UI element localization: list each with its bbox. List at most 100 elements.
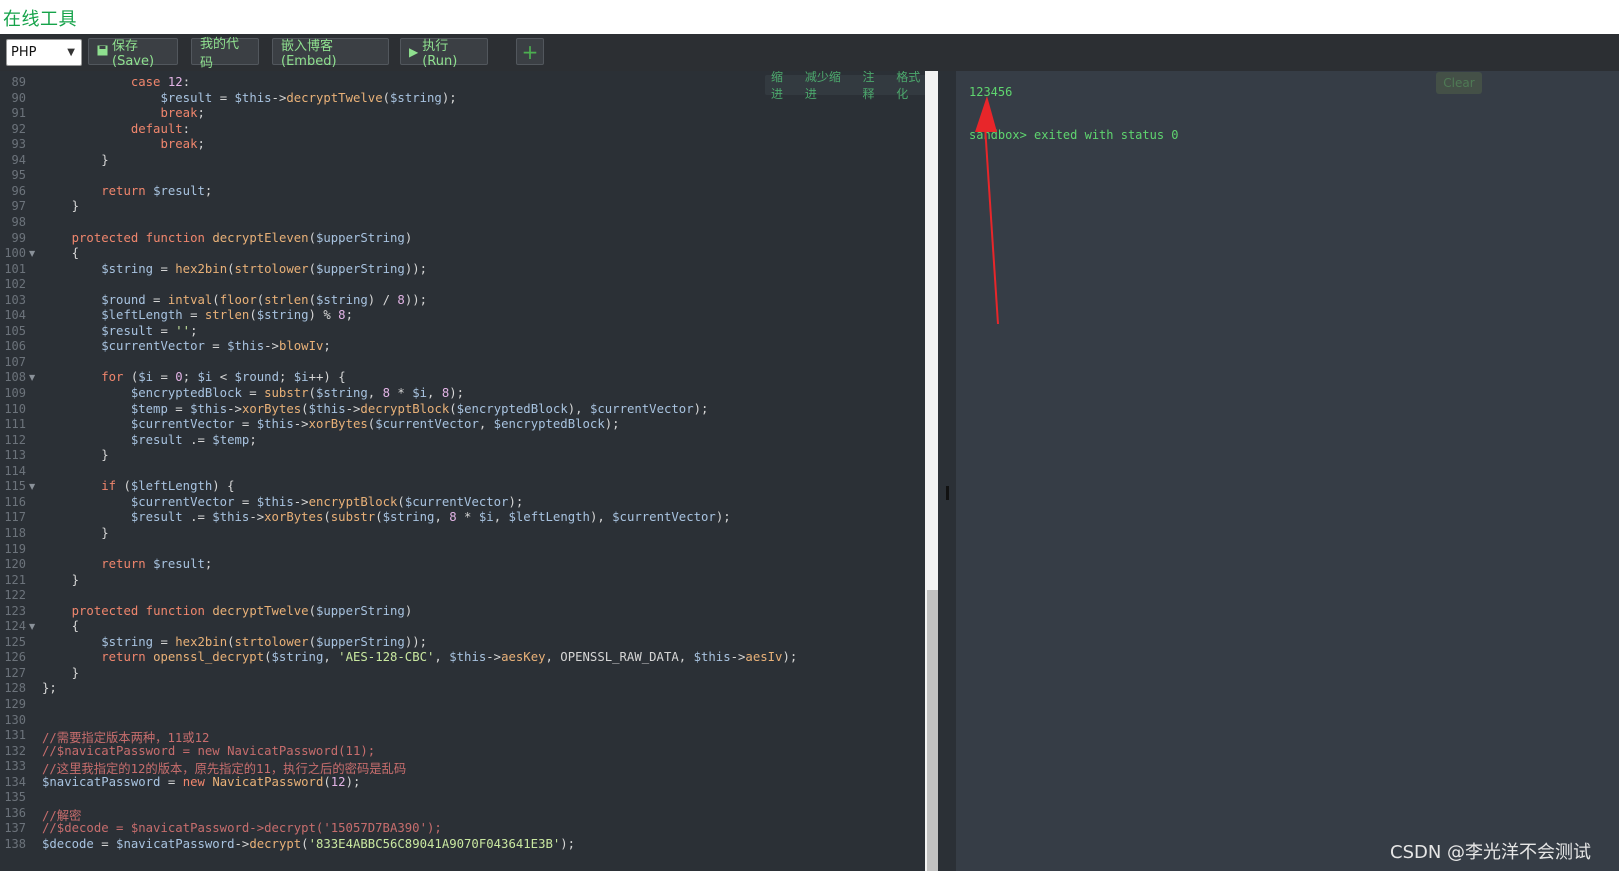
toolbar: PHP ▼ 保存(Save) 我的代码 嵌入博客(Embed) ▶ 执行(Run… <box>0 34 1619 72</box>
line-number: 94 <box>11 152 26 167</box>
fold-toggle-icon[interactable]: ▼ <box>29 373 35 382</box>
line-number: 124 <box>4 619 26 634</box>
app-header: 在线工具 <box>0 0 1619 35</box>
line-number: 117 <box>4 510 26 525</box>
comment-button[interactable]: 注释 <box>862 71 886 102</box>
code-line: return openssl_decrypt($string, 'AES-128… <box>101 650 798 665</box>
code-line: } <box>42 448 109 463</box>
line-number-gutter: 89 90 91 92 93 94 95 96 97 98 99 100 ▼ 101 102 103 104 10… <box>0 71 41 871</box>
run-button[interactable]: ▶ 执行(Run) <box>400 38 488 69</box>
add-button[interactable]: + <box>516 38 544 65</box>
line-number: 126 <box>4 650 26 665</box>
line-number: 106 <box>4 339 26 354</box>
line-number: 91 <box>11 106 26 121</box>
code-line: break; <box>160 106 205 121</box>
line-number: 103 <box>4 292 26 307</box>
code-line: { <box>42 619 80 634</box>
save-button[interactable]: 保存(Save) <box>88 38 178 69</box>
code-line: { <box>42 246 80 261</box>
editor-actions: 缩进 减少缩进 注释 格式化 <box>765 71 938 101</box>
fold-toggle-icon[interactable]: ▼ <box>29 249 35 258</box>
code-line: $string = hex2bin(strtolower($upperStrin… <box>101 634 428 649</box>
line-number: 111 <box>4 417 26 432</box>
line-number: 138 <box>4 836 26 851</box>
code-line: case 12: <box>130 75 191 89</box>
floppy-disk-icon <box>97 45 108 59</box>
code-editor[interactable]: 89 90 91 92 93 94 95 96 97 98 99 100 ▼ 101 102 103 104 10… <box>0 71 938 871</box>
line-number: 127 <box>4 665 26 680</box>
app-title: 在线工具 <box>3 9 77 30</box>
code-line: break; <box>160 137 205 152</box>
code-line: $currentVector = $this->encryptBlock($cu… <box>130 494 524 509</box>
line-number: 120 <box>4 557 26 572</box>
clear-button[interactable]: Clear <box>1436 72 1482 94</box>
code-line: $currentVector = $this->blowIv; <box>101 339 331 354</box>
line-number: 122 <box>4 588 26 603</box>
fold-toggle-icon[interactable]: ▼ <box>29 482 35 491</box>
line-number: 135 <box>4 790 26 805</box>
language-select[interactable]: PHP ▼ <box>6 39 82 66</box>
pane-splitter[interactable] <box>938 71 956 871</box>
fold-toggle-icon[interactable]: ▼ <box>29 622 35 631</box>
embed-button[interactable]: 嵌入博客(Embed) <box>272 38 389 69</box>
line-number: 134 <box>4 774 26 789</box>
code-line: $leftLength = strlen($string) % 8; <box>101 308 353 323</box>
code-line: $navicatPassword = new NavicatPassword(1… <box>42 774 361 789</box>
outdent-button[interactable]: 减少缩进 <box>805 71 853 102</box>
line-number: 116 <box>4 494 26 509</box>
line-number: 98 <box>11 214 26 229</box>
line-number: 136 <box>4 805 26 820</box>
line-number: 113 <box>4 448 26 463</box>
indent-button[interactable]: 缩进 <box>771 71 795 102</box>
line-number: 115 <box>4 479 26 494</box>
code-line: } <box>42 152 109 167</box>
line-number: 108 <box>4 370 26 385</box>
line-number: 128 <box>4 681 26 696</box>
line-number: 132 <box>4 743 26 758</box>
line-number: 92 <box>11 121 26 136</box>
editor-scrollbar-thumb[interactable] <box>927 590 938 871</box>
code-line: return $result; <box>101 557 213 572</box>
run-button-label: 执行(Run) <box>422 38 458 69</box>
save-button-label: 保存(Save) <box>112 38 155 69</box>
line-number: 130 <box>4 712 26 727</box>
my-code-button[interactable]: 我的代码 <box>191 37 259 71</box>
splitter-grip-icon[interactable] <box>946 486 949 500</box>
line-number: 93 <box>11 137 26 152</box>
line-number: 100 <box>4 246 26 261</box>
play-icon: ▶ <box>409 44 419 59</box>
line-number: 89 <box>11 75 26 89</box>
code-line: } <box>42 665 80 680</box>
code-line: //$navicatPassword = new NavicatPassword… <box>42 743 376 758</box>
code-line: protected function decryptTwelve($upperS… <box>71 603 413 618</box>
code-line: } <box>42 525 109 540</box>
line-number: 109 <box>4 386 26 400</box>
line-number: 90 <box>11 90 26 105</box>
embed-button-label: 嵌入博客(Embed) <box>281 38 337 69</box>
code-line: $result .= $temp; <box>130 432 257 447</box>
code-line: $temp = $this->xorBytes($this->decryptBl… <box>130 401 709 416</box>
line-number: 121 <box>4 572 26 587</box>
code-line: $result .= $this->xorBytes(substr($strin… <box>130 510 731 525</box>
line-number: 102 <box>4 277 26 292</box>
line-number: 107 <box>4 354 26 369</box>
line-number: 101 <box>4 261 26 276</box>
line-number: 105 <box>4 323 26 338</box>
code-line: $currentVector = $this->xorBytes($curren… <box>130 417 620 432</box>
chevron-down-icon: ▼ <box>67 47 75 58</box>
line-number: 119 <box>4 541 26 556</box>
plus-icon: + <box>521 39 539 64</box>
code-line: $decode = $navicatPassword->decrypt('833… <box>42 836 576 851</box>
line-number: 99 <box>11 230 26 245</box>
code-line: if ($leftLength) { <box>101 479 235 494</box>
line-number: 123 <box>4 603 26 618</box>
line-number: 129 <box>4 697 26 711</box>
line-number: 97 <box>11 199 26 214</box>
code-line: $encryptedBlock = substr($string, 8 * $i… <box>130 386 465 400</box>
language-select-value: PHP <box>11 45 37 60</box>
code-line: return $result; <box>101 183 213 198</box>
code-line: $round = intval(floor(strlen($string) / … <box>101 292 428 307</box>
red-arrow-annotation-icon <box>975 96 999 324</box>
line-number: 131 <box>4 728 26 743</box>
line-number: 110 <box>4 401 26 416</box>
